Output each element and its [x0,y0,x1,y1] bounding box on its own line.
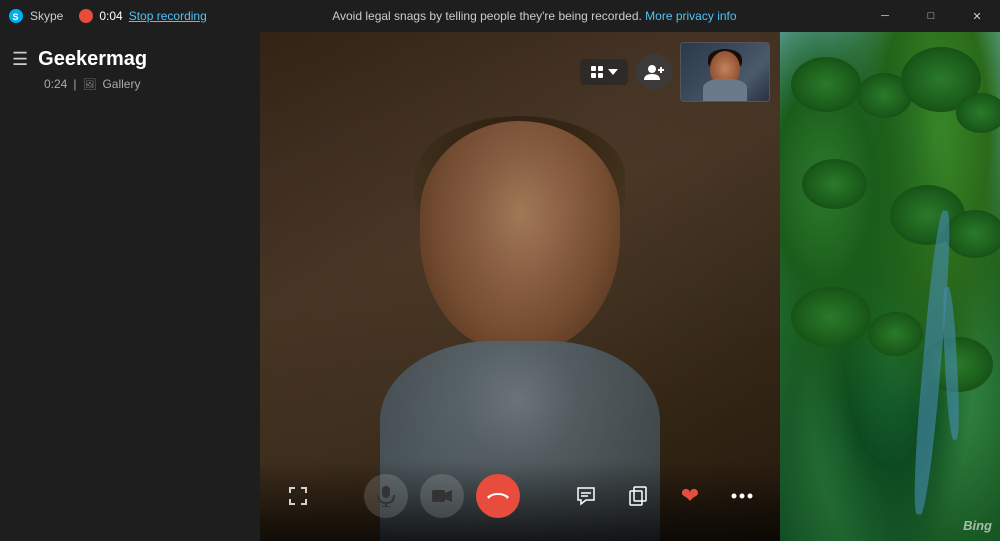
self-shirt [703,79,747,101]
layout-icon [590,65,604,79]
self-person [700,46,750,101]
call-duration: 0:24 [44,77,67,91]
bottom-controls: ❤ [260,461,780,541]
copy-button[interactable] [620,478,656,514]
recording-timer: 0:04 [99,9,122,23]
recording-indicator: 0:04 Stop recording [79,9,206,23]
notification-bar: Avoid legal snags by telling people they… [207,9,862,23]
bottom-center-controls [364,474,520,518]
expand-button[interactable] [280,478,316,514]
gallery-label: Gallery [102,77,140,91]
face-shape [420,121,620,351]
chat-button[interactable] [568,478,604,514]
end-call-icon [486,490,510,502]
video-area: ❤ [260,32,780,541]
app-title: Skype [30,9,63,23]
contact-name: Geekermag [38,48,147,71]
pipe-separator: | [73,77,76,91]
chat-icon [576,486,596,506]
self-preview-video[interactable] [680,42,770,102]
notification-message: Avoid legal snags by telling people they… [332,9,642,23]
menu-icon[interactable]: ☰ [12,49,28,70]
titlebar: S Skype 0:04 Stop recording Avoid legal … [0,0,1000,32]
add-participant-icon [644,64,664,80]
layout-button[interactable] [580,59,628,85]
tree-cluster-9 [868,312,923,356]
top-controls [580,42,770,102]
video-button[interactable] [420,474,464,518]
skype-logo-icon: S [8,8,24,24]
close-button[interactable]: ✕ [954,0,1000,32]
bottom-right-controls: ❤ [568,478,760,514]
copy-icon [628,486,648,506]
landscape-image [780,32,1000,541]
bottom-left-controls [280,478,316,514]
tree-cluster-7 [945,210,1000,258]
end-call-button[interactable] [476,474,520,518]
bing-watermark: Bing [963,518,992,533]
minimize-button[interactable]: ─ [862,0,908,32]
video-camera-icon [431,488,453,504]
tree-cluster-8 [791,287,871,347]
react-button[interactable]: ❤ [672,478,708,514]
mute-button[interactable] [364,474,408,518]
sidebar-body [0,99,260,541]
add-participant-button[interactable] [636,54,672,90]
recording-dot [79,9,93,23]
svg-text:S: S [13,12,19,22]
privacy-link[interactable]: More privacy info [645,9,736,23]
background-panel: Bing [780,32,1000,541]
tree-cluster-1 [791,57,861,112]
tree-cluster-4 [956,93,1000,133]
tree-cluster-5 [802,159,867,209]
sidebar-header: ☰ Geekermag [0,32,260,75]
gallery-icon: 🖼 [82,78,96,91]
maximize-button[interactable]: □ [908,0,954,32]
expand-icon [288,486,308,506]
main-content: ☰ Geekermag 0:24 | 🖼 Gallery [0,32,1000,541]
more-options-icon [731,493,753,499]
window-controls: ─ □ ✕ [862,0,1000,32]
microphone-icon [377,485,395,507]
titlebar-left: S Skype 0:04 Stop recording [0,8,207,24]
chevron-down-icon [608,69,618,75]
sidebar-sub: 0:24 | 🖼 Gallery [0,75,260,99]
more-options-button[interactable] [724,478,760,514]
sidebar: ☰ Geekermag 0:24 | 🖼 Gallery [0,32,260,541]
stop-recording-button[interactable]: Stop recording [129,9,207,23]
